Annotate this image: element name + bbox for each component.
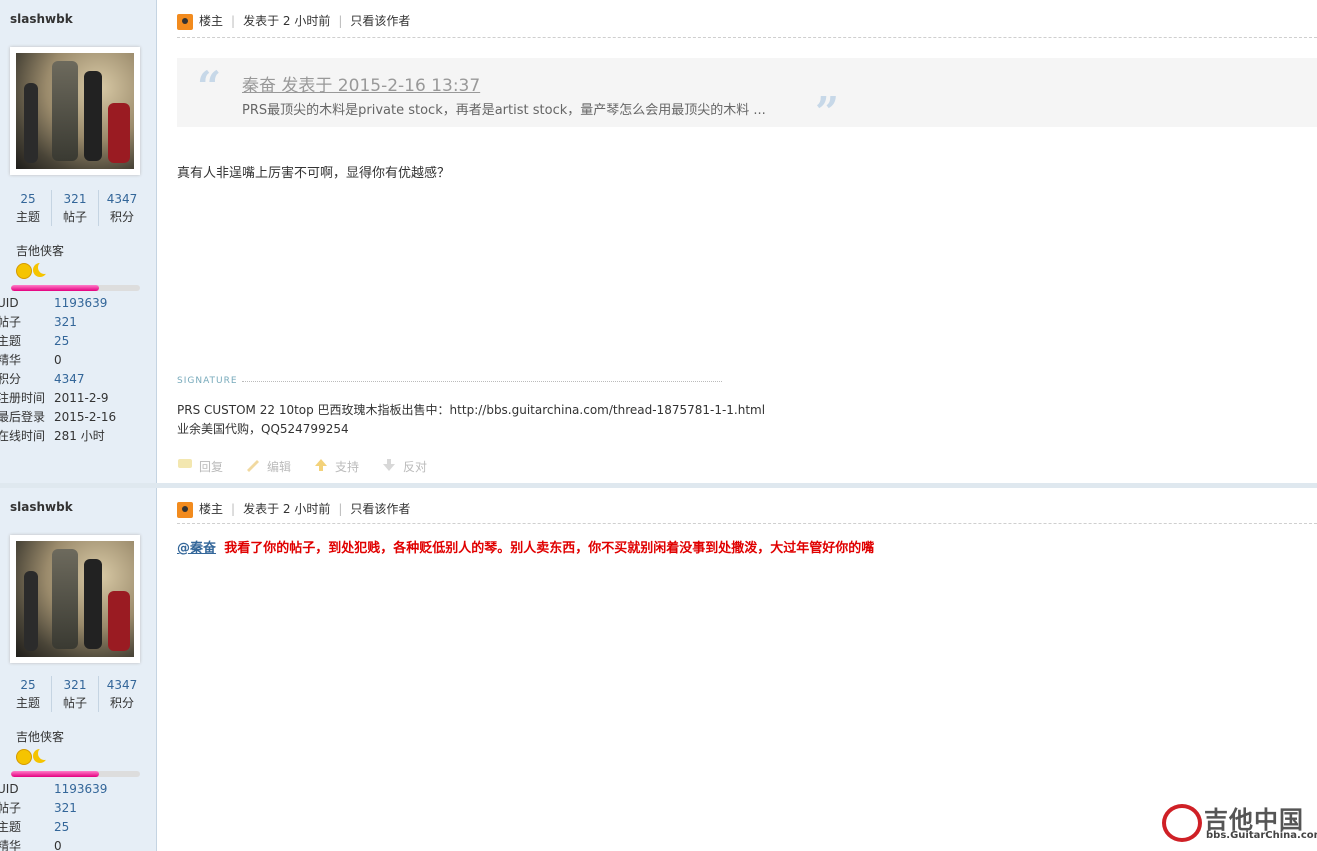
author-sidebar: slashwbk 25 主题 321 帖子 4347 积分 吉他侠客 ID 11… <box>0 0 157 484</box>
post-body: 楼主 | 发表于 2 小时前 | 只看该作者 @秦奋 我看了你的帖子，到处犯贱，各种贬低… <box>157 488 1317 851</box>
stat-credits[interactable]: 4347 积分 <box>99 676 145 712</box>
thumb-up-icon <box>315 459 328 471</box>
author-stats: 25 主题 321 帖子 4347 积分 <box>5 676 145 716</box>
user-rank: 吉他侠客 <box>16 244 65 258</box>
post-2: slashwbk 25 主题 321 帖子 4347 积分 吉他侠客 ID 11… <box>0 488 1317 851</box>
post-actions: 回复 编辑 支持 反对 <box>177 458 449 475</box>
rank-icons <box>16 261 56 279</box>
post-body: 楼主 | 发表于 2 小时前 | 只看该作者 “ 秦奋 发表于 2015-2-16 13… <box>157 0 1317 484</box>
support-button[interactable]: 支持 <box>313 458 359 475</box>
reply-text: 我看了你的帖子，到处犯贱，各种贬低别人的琴。别人卖东西，你不买就别闲着没事到处撒… <box>224 541 875 556</box>
author-badge-icon <box>177 501 193 518</box>
smile-icon <box>16 263 32 279</box>
moon-icon <box>33 747 51 763</box>
post-header: 楼主 | 发表于 2 小时前 | 只看该作者 <box>177 11 410 31</box>
quote-body: PRS最顶尖的木料是private stock，再者是artist stock，… <box>242 103 766 118</box>
only-author-link[interactable]: 只看该作者 <box>350 502 410 516</box>
thumb-down-icon <box>383 459 396 471</box>
signature-line-2: 业余美国代购，QQ524799254 <box>177 422 349 436</box>
post-time: 发表于 2 小时前 <box>243 14 331 28</box>
stat-posts[interactable]: 321 帖子 <box>52 190 99 226</box>
post-content: @秦奋 我看了你的帖子，到处犯贱，各种贬低别人的琴。别人卖东西，你不买就别闲着没… <box>177 537 874 556</box>
only-author-link[interactable]: 只看该作者 <box>350 14 410 28</box>
author-stats: 25 主题 321 帖子 4347 积分 <box>5 190 145 230</box>
posts-link[interactable]: 321 <box>54 313 77 332</box>
stat-threads[interactable]: 25 主题 <box>5 190 52 226</box>
author-info: UID1193639 帖子321 主题25 精华0 积分4347 注册时间201… <box>0 294 117 443</box>
posts-link[interactable]: 321 <box>54 799 77 818</box>
stat-credits[interactable]: 4347 积分 <box>99 190 145 226</box>
guitar-logo-icon <box>1162 804 1202 842</box>
author-info: UID1193639 帖子321 主题25 精华0 <box>0 780 108 851</box>
rank-icons <box>16 747 56 765</box>
site-watermark: 吉他中国 bbs.GuitarChina.com <box>1162 800 1317 846</box>
threads-link[interactable]: 25 <box>54 332 69 351</box>
reply-icon <box>178 459 192 468</box>
author-name[interactable]: slashwbk <box>10 500 73 514</box>
oppose-button[interactable]: 反对 <box>381 458 427 475</box>
credits-link[interactable]: 4347 <box>54 370 85 389</box>
open-quote-icon: “ <box>197 62 222 111</box>
quote-title[interactable]: 秦奋 发表于 2015-2-16 13:37 <box>242 71 480 96</box>
author-name[interactable]: slashwbk <box>10 12 73 26</box>
smile-icon <box>16 749 32 765</box>
signature-label: SIGNATURE <box>177 376 238 386</box>
post-header: 楼主 | 发表于 2 小时前 | 只看该作者 <box>177 499 410 519</box>
quote-block: “ 秦奋 发表于 2015-2-16 13:37 PRS最顶尖的木料是priva… <box>177 58 1317 137</box>
close-quote-icon: ” <box>815 88 840 137</box>
author-sidebar: slashwbk 25 主题 321 帖子 4347 积分 吉他侠客 ID 11… <box>0 488 157 851</box>
uid-link[interactable]: 1193639 <box>54 780 107 799</box>
moon-icon <box>33 261 51 277</box>
post-content: 真有人非逞嘴上厉害不可啊，显得你有优越感？ <box>177 166 451 181</box>
author-badge-icon <box>177 13 193 30</box>
mention-link[interactable]: @秦奋 <box>177 541 216 556</box>
rank-progress-bar <box>11 771 140 777</box>
reply-button[interactable]: 回复 <box>177 458 223 475</box>
post-time: 发表于 2 小时前 <box>243 502 331 516</box>
threads-link[interactable]: 25 <box>54 818 69 837</box>
rank-progress-bar <box>11 285 140 291</box>
signature-line-1[interactable]: PRS CUSTOM 22 10top 巴西玫瑰木指板出售中：http://bb… <box>177 401 765 418</box>
stat-posts[interactable]: 321 帖子 <box>52 676 99 712</box>
user-rank: 吉他侠客 <box>16 730 65 744</box>
avatar[interactable] <box>10 47 140 175</box>
uid-link[interactable]: 1193639 <box>54 294 107 313</box>
avatar[interactable] <box>10 535 140 663</box>
stat-threads[interactable]: 25 主题 <box>5 676 52 712</box>
edit-button[interactable]: 编辑 <box>245 458 291 475</box>
post-1: slashwbk 25 主题 321 帖子 4347 积分 吉他侠客 ID 11… <box>0 0 1317 484</box>
edit-icon <box>247 460 260 472</box>
